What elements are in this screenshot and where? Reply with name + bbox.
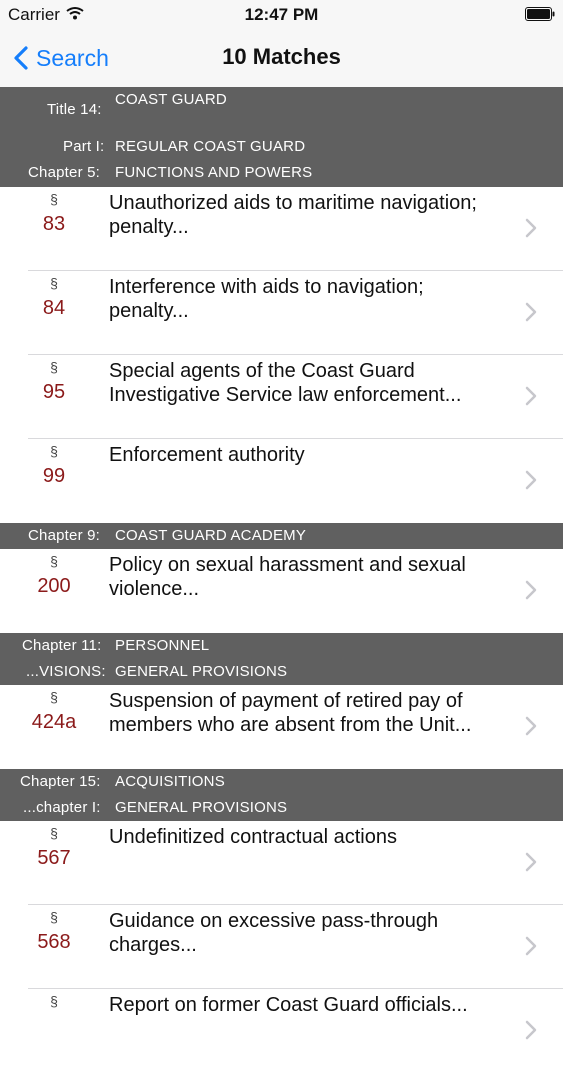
section-header-label: Chapter 5: bbox=[28, 164, 101, 181]
section-row[interactable]: § 99 Enforcement authority bbox=[0, 439, 563, 523]
section-title: Report on former Coast Guard officials..… bbox=[109, 994, 468, 1016]
status-time: 12:47 PM bbox=[244, 5, 319, 24]
section-header-label: ...VISIONS: bbox=[26, 663, 106, 680]
chevron-right-icon bbox=[525, 218, 537, 243]
chevron-right-icon bbox=[525, 936, 537, 961]
section-header-value: COAST GUARD ACADEMY bbox=[115, 527, 307, 544]
section-symbol: § bbox=[50, 553, 58, 569]
section-symbol: § bbox=[50, 275, 58, 291]
navigation-bar: Search 10 Matches bbox=[0, 30, 563, 87]
section-number: 95 bbox=[42, 381, 66, 403]
section-header: Title 14: COAST GUARD Part I: REGULAR COAST… bbox=[0, 87, 563, 187]
section-title: Special agents of the Coast Guard Invest… bbox=[109, 360, 462, 406]
section-header-value: REGULAR COAST GUARD bbox=[115, 138, 306, 155]
section-row[interactable]: § 84 Interference with aids to navigation;… bbox=[0, 271, 563, 355]
section-title: Policy on sexual harassment and sexual v… bbox=[109, 554, 466, 600]
section-header-label: Chapter 9: bbox=[28, 527, 101, 544]
chevron-right-icon bbox=[525, 716, 537, 741]
section-number: 84 bbox=[42, 297, 66, 319]
section-symbol: § bbox=[50, 909, 58, 925]
section-title: Enforcement authority bbox=[109, 444, 305, 466]
chevron-right-icon bbox=[525, 302, 537, 327]
section-row[interactable]: § 83 Unauthorized aids to maritime navigat… bbox=[0, 187, 563, 271]
section-symbol: § bbox=[50, 359, 58, 375]
section-header-label: Title 14: bbox=[47, 101, 102, 118]
section-title: Undefinitized contractual actions bbox=[109, 826, 397, 848]
section-header-value: GENERAL PROVISIONS bbox=[115, 799, 288, 816]
section-row[interactable]: § 200 Policy on sexual harassment and sexu… bbox=[0, 549, 563, 633]
section-header-label: Chapter 15: bbox=[20, 773, 101, 790]
chevron-right-icon bbox=[525, 1020, 537, 1045]
section-row[interactable]: § 424a Suspension of payment of retired pa… bbox=[0, 685, 563, 769]
section-header-label: ...chapter I: bbox=[23, 799, 101, 816]
section-number: 99 bbox=[42, 465, 66, 487]
chevron-right-icon bbox=[525, 470, 537, 495]
chevron-right-icon bbox=[525, 852, 537, 877]
section-header-value: ACQUISITIONS bbox=[115, 773, 225, 790]
section-header-label: Chapter 11: bbox=[22, 637, 102, 654]
section-title: Interference with aids to navigation; pe… bbox=[109, 276, 424, 322]
section-symbol: § bbox=[50, 993, 58, 1009]
section-header-label: Part I: bbox=[63, 138, 105, 155]
section-number: 200 bbox=[37, 575, 71, 597]
section-number: 83 bbox=[42, 213, 66, 235]
section-header: Chapter 15: ACQUISITIONS ...chapter I: GENE… bbox=[0, 769, 563, 821]
page-title: 10 Matches bbox=[222, 44, 341, 69]
section-title: Guidance on excessive pass-through charg… bbox=[109, 910, 439, 956]
battery-icon bbox=[525, 7, 555, 21]
section-header: Chapter 9: COAST GUARD ACADEMY bbox=[0, 523, 563, 549]
chevron-right-icon bbox=[525, 386, 537, 411]
section-number: 568 bbox=[37, 931, 71, 953]
section-header: Chapter 11: PERSONNEL ...VISIONS: GENERAL P… bbox=[0, 633, 563, 685]
section-number: 424a bbox=[31, 711, 77, 733]
section-header-value: PERSONNEL bbox=[115, 637, 210, 654]
section-symbol: § bbox=[50, 689, 58, 705]
section-header-value: COAST GUARD bbox=[115, 91, 227, 108]
section-title: Unauthorized aids to maritime navigation… bbox=[109, 192, 477, 238]
section-header-value: FUNCTIONS AND POWERS bbox=[115, 164, 313, 181]
results-list: Title 14: COAST GUARD Part I: REGULAR COAST… bbox=[0, 87, 563, 1073]
chevron-right-icon bbox=[525, 580, 537, 605]
section-row[interactable]: § Report on former Coast Guard officials.… bbox=[0, 989, 563, 1073]
section-row[interactable]: § 95 Special agents of the Coast Guard Inv… bbox=[0, 355, 563, 439]
section-symbol: § bbox=[50, 191, 58, 207]
section-symbol: § bbox=[50, 443, 58, 459]
section-symbol: § bbox=[50, 825, 58, 841]
section-row[interactable]: § 568 Guidance on excessive pass-through c… bbox=[0, 905, 563, 989]
section-row[interactable]: § 567 Undefinitized contractual actions bbox=[0, 821, 563, 905]
section-title: Suspension of payment of retired pay of … bbox=[109, 690, 472, 736]
status-bar: Carrier 12:47 PM bbox=[0, 0, 563, 30]
section-header-value: GENERAL PROVISIONS bbox=[115, 663, 288, 680]
section-number: 567 bbox=[37, 847, 71, 869]
